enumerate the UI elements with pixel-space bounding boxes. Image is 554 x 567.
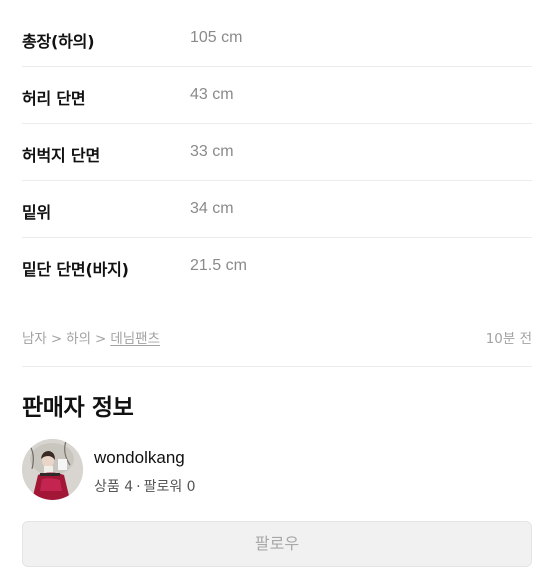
spec-label: 허리 단면 <box>22 89 86 108</box>
spec-row-thigh: 허벅지 단면 33 cm <box>22 124 532 181</box>
category-breadcrumb: 남자 > 하의 > 데님팬츠 <box>22 327 160 347</box>
spec-row-hem: 밑단 단면(바지) 21.5 cm <box>22 238 532 295</box>
stats-separator: · <box>136 479 141 495</box>
spec-value: 33 cm <box>190 143 234 160</box>
breadcrumb-separator: > <box>95 331 107 347</box>
spec-value: 21.5 cm <box>190 257 247 274</box>
spec-row-rise: 밑위 34 cm <box>22 181 532 238</box>
seller-stats: 상품 4 · 팔로워 0 <box>94 476 196 496</box>
seller-section-title: 판매자 정보 <box>22 395 134 421</box>
size-spec-table: 총장(하의) 105 cm 허리 단면 43 cm 허벅지 단면 33 cm 밑… <box>0 10 554 295</box>
seller-avatar[interactable] <box>22 439 83 500</box>
product-detail-page: 총장(하의) 105 cm 허리 단면 43 cm 허벅지 단면 33 cm 밑… <box>0 0 554 567</box>
seller-avatar-photo <box>22 439 83 500</box>
spec-value: 105 cm <box>190 29 243 46</box>
seller-products-count: 상품 4 <box>94 479 134 495</box>
spec-row-length: 총장(하의) 105 cm <box>22 10 532 67</box>
posted-time: 10분 전 <box>485 331 532 347</box>
spec-value: 34 cm <box>190 200 234 217</box>
spec-row-waist: 허리 단면 43 cm <box>22 67 532 124</box>
breadcrumb-item-bottoms[interactable]: 하의 <box>66 331 91 347</box>
breadcrumb-separator: > <box>50 331 63 347</box>
seller-followers-count: 팔로워 0 <box>143 479 196 495</box>
section-divider <box>22 366 532 367</box>
breadcrumb-item-denim-pants[interactable]: 데님팬츠 <box>110 331 160 347</box>
seller-name[interactable]: wondolkang <box>94 448 185 468</box>
spec-value: 43 cm <box>190 86 234 103</box>
follow-button[interactable]: 팔로우 <box>22 521 532 567</box>
spec-label: 밑위 <box>22 203 52 222</box>
spec-label: 허벅지 단면 <box>22 146 100 165</box>
spec-label: 총장(하의) <box>22 32 95 51</box>
breadcrumb-item-men[interactable]: 남자 <box>22 331 47 347</box>
spec-label: 밑단 단면(바지) <box>22 260 129 279</box>
